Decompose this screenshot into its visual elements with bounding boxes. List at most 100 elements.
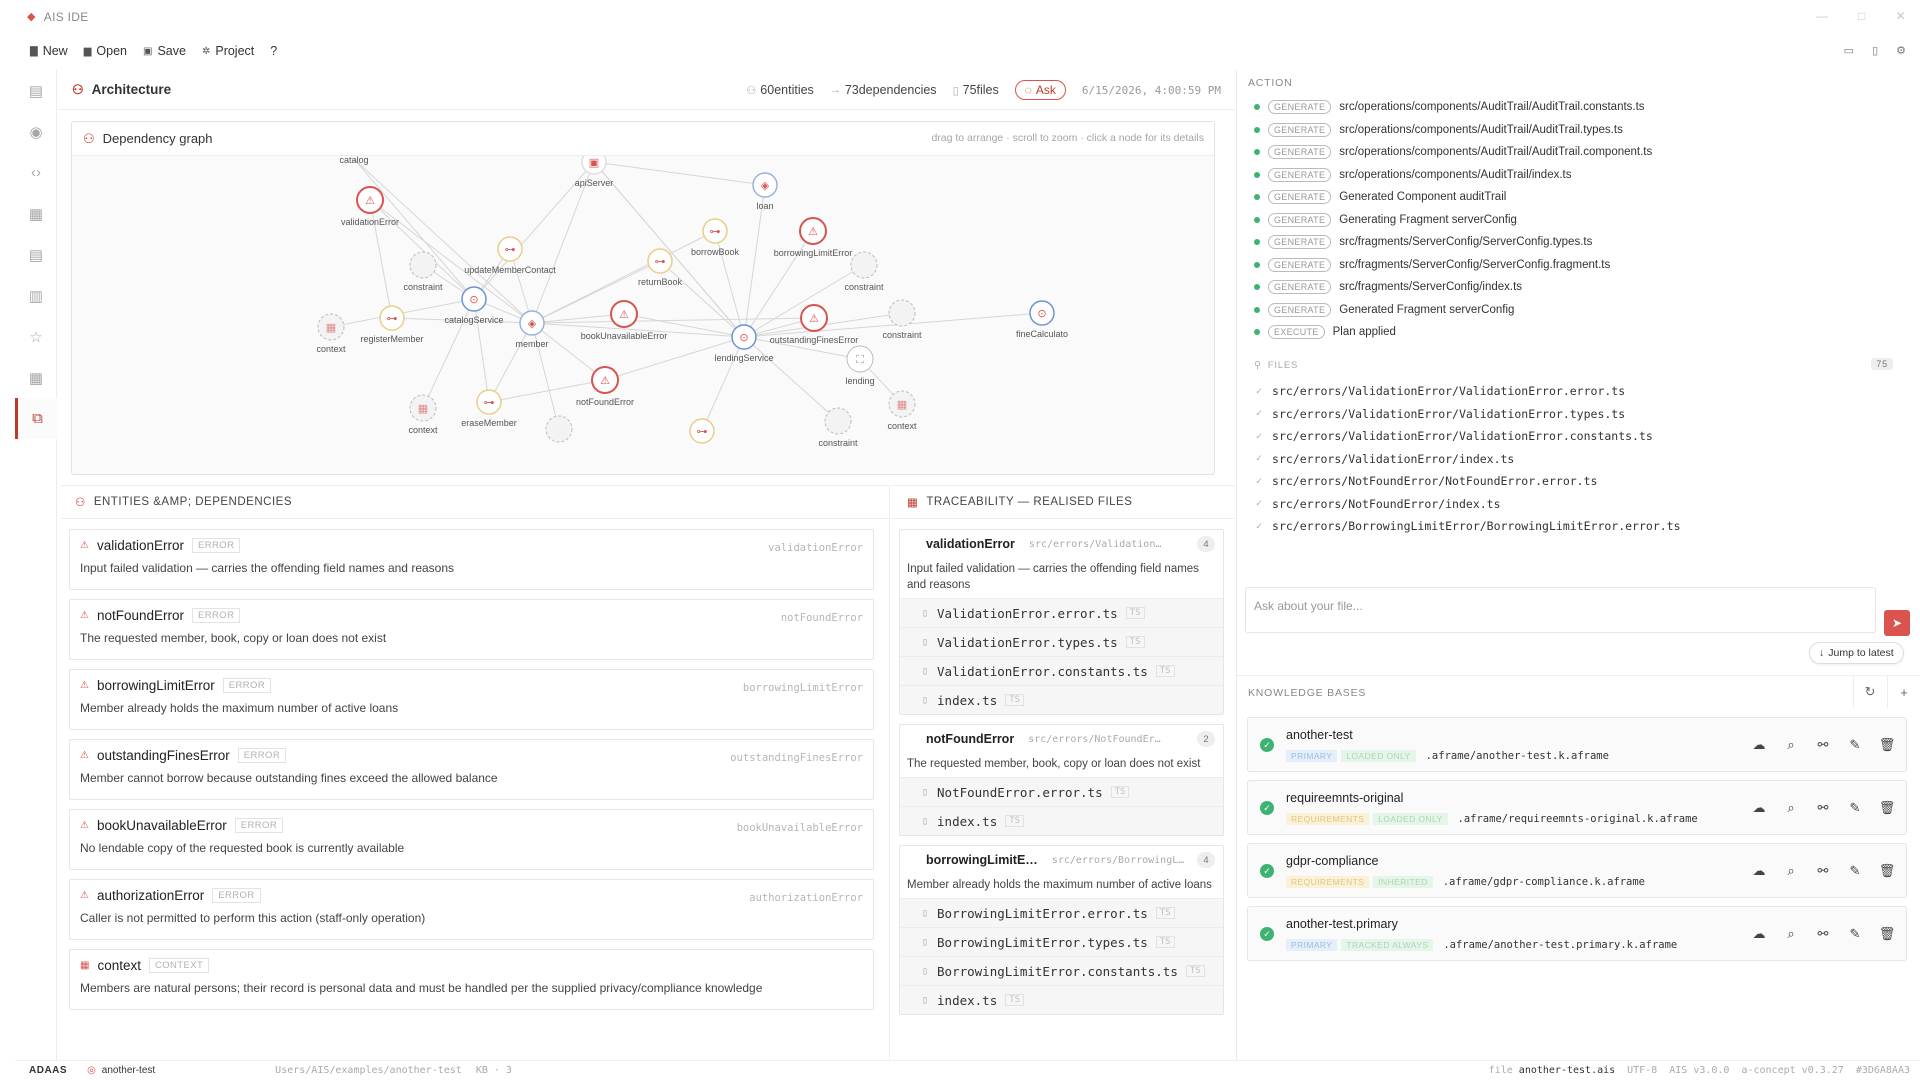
search-icon[interactable]: ⌕ — [1776, 731, 1806, 759]
send-button[interactable]: ➤ — [1884, 610, 1910, 636]
file-row[interactable]: ✓ src/errors/ValidationError/ValidationEr… — [1237, 380, 1907, 403]
trace-file-row[interactable]: ▯ BorrowingLimitError.error.ts TS — [900, 898, 1223, 927]
entity-card[interactable]: ⚠ bookUnavailableError ERROR bookUnavailabl… — [69, 809, 874, 870]
components-icon[interactable]: ▦ — [15, 193, 57, 234]
entity-card[interactable]: ⚠ borrowingLimitError ERROR borrowingLimitE… — [69, 669, 874, 730]
graph-node-constraint[interactable]: constraint — [403, 251, 443, 292]
file-row[interactable]: ✓src/errors/BorrowingLimitError/Borrowin… — [1237, 515, 1907, 538]
edit-icon[interactable]: ✎ — [1840, 857, 1870, 885]
search-icon[interactable]: ⌕ — [1776, 857, 1806, 885]
link-icon[interactable]: ⚯ — [1808, 920, 1838, 948]
graph-node-updateMemberContact[interactable]: ⊶ updateMemberContact — [464, 236, 556, 275]
maximize-icon[interactable]: □ — [1858, 9, 1866, 23]
entity-card[interactable]: ▦ context CONTEXT Members are natural perso… — [69, 949, 874, 1010]
graph-node-circle[interactable] — [545, 415, 573, 443]
status-project[interactable]: ◎ another-test — [87, 1065, 155, 1076]
knowledge-base-card[interactable]: ✓ another-test PRIMARY LOADED ONLY .aframe/a… — [1247, 717, 1907, 772]
graph-node-apiServer[interactable]: ▣ apiServer — [575, 156, 614, 188]
help-button[interactable]: ? — [270, 44, 277, 58]
trace-file-row[interactable]: ▯ BorrowingLimitError.types.ts TS — [900, 927, 1223, 956]
settings-icon[interactable]: ⚙ — [1896, 44, 1906, 57]
file-row[interactable]: ✓ src/errors/NotFoundError/index.ts — [1237, 493, 1907, 516]
cloud-sync-icon[interactable]: ☁ — [1744, 731, 1774, 759]
architecture-icon[interactable]: ⧉ — [15, 398, 57, 439]
graph-node-constraint[interactable]: constraint — [882, 299, 922, 340]
action-log[interactable]: GENERATE src/operations/components/AuditT… — [1237, 96, 1907, 346]
trace-file-row[interactable]: ▯ ValidationError.types.ts TS — [900, 627, 1223, 656]
graph-node-lendingService[interactable]: ⊙ lendingService — [714, 324, 774, 363]
link-icon[interactable]: ⚯ — [1808, 731, 1838, 759]
open-button[interactable]: ▆ Open — [84, 44, 127, 58]
knowledge-base-card[interactable]: ✓ another-test.primary PRIMARY TRACKED ALWA… — [1247, 906, 1907, 961]
graph-node-circle[interactable] — [409, 251, 437, 279]
graph-node-context[interactable]: ▦ context — [408, 394, 438, 435]
file-row[interactable]: ✓src/errors/BorrowingLimitError/Borrowin… — [1237, 538, 1907, 541]
trace-group-header[interactable]: borrowingLimitE… src/errors/BorrowingLi… 4 — [900, 846, 1223, 874]
link-icon[interactable]: ⚯ — [1808, 857, 1838, 885]
refresh-icon[interactable]: ↻ — [1853, 676, 1887, 708]
entity-card[interactable]: ⚠ authorizationError ERROR authorizationErr… — [69, 879, 874, 940]
star-icon[interactable]: ☆ — [15, 316, 57, 357]
code-icon[interactable]: ‹› — [15, 152, 57, 193]
trace-file-row[interactable]: ▯ index.ts TS — [900, 806, 1223, 835]
ask-button[interactable]: ◌ Ask — [1014, 80, 1066, 100]
file-row[interactable]: ✓ src/errors/ValidationError/index.ts — [1237, 448, 1907, 471]
trace-file-row[interactable]: ▯ ValidationError.constants.ts TS — [900, 656, 1223, 685]
graph-node-loan[interactable]: ◈ loan — [752, 172, 778, 211]
graph-node-fineCalculato[interactable]: ⊙ fineCalculato — [1016, 300, 1068, 339]
file-row[interactable]: ✓ src/errors/ValidationError/ValidationEr… — [1237, 425, 1907, 448]
trace-file-row[interactable]: ▯ BorrowingLimitError.constants.ts TS — [900, 956, 1223, 985]
trace-file-row[interactable]: ▯ index.ts TS — [900, 685, 1223, 714]
cloud-sync-icon[interactable]: ☁ — [1744, 794, 1774, 822]
edit-icon[interactable]: ✎ — [1840, 731, 1870, 759]
trace-file-row[interactable]: ▯ index.ts TS — [900, 985, 1223, 1014]
graph-node-catalogService[interactable]: ⊙ catalogService — [444, 286, 504, 325]
graph-node-catalog[interactable]: catalog — [339, 156, 368, 165]
graph-node-lending[interactable]: ⛶ lending — [845, 345, 875, 386]
trace-file-row[interactable]: ▯ ValidationError.error.ts TS — [900, 598, 1223, 627]
document-icon[interactable]: ▤ — [15, 70, 57, 111]
knowledge-base-card[interactable]: ✓ requireemnts-original REQUIREMENTS LOADED… — [1247, 780, 1907, 835]
graph-node-circle[interactable] — [850, 251, 878, 279]
graph-node-constraint[interactable]: constraint — [818, 407, 858, 448]
eye-icon[interactable]: ◉ — [15, 111, 57, 152]
trash-icon[interactable]: 🗑 — [1872, 794, 1902, 822]
graph-node-context[interactable]: ▦ context — [316, 313, 346, 354]
split-view-icon[interactable]: ▯ — [1872, 44, 1878, 57]
toggle-panel-icon[interactable]: ▭ — [1844, 44, 1854, 57]
graph-node-context[interactable]: ▦ context — [887, 390, 917, 431]
trace-file-row[interactable]: ▯ NotFoundError.error.ts TS — [900, 777, 1223, 806]
minimize-icon[interactable]: — — [1816, 9, 1828, 23]
file-row[interactable]: ✓ src/errors/NotFoundError/NotFoundError.… — [1237, 470, 1907, 493]
edit-icon[interactable]: ✎ — [1840, 794, 1870, 822]
graph-node-constraint[interactable]: constraint — [844, 251, 884, 292]
close-icon[interactable]: ✕ — [1896, 9, 1906, 23]
graph-node-notFoundError[interactable]: ⚠ notFoundError — [576, 366, 634, 407]
dependency-graph-panel[interactable]: ⚇ Dependency graph drag to arrange · scr… — [71, 121, 1215, 475]
graph-node-borrowBook[interactable]: ⊶ borrowBook — [691, 218, 740, 257]
grid-icon[interactable]: ▦ — [15, 357, 57, 398]
cloud-sync-icon[interactable]: ☁ — [1744, 920, 1774, 948]
trash-icon[interactable]: 🗑 — [1872, 920, 1902, 948]
graph-node-circle[interactable] — [824, 407, 852, 435]
jump-to-latest-button[interactable]: ↓ Jump to latest — [1809, 642, 1904, 664]
project-button[interactable]: ✲ Project — [202, 44, 254, 58]
trace-group-header[interactable]: validationError src/errors/ValidationE… 4 — [900, 530, 1223, 558]
graph-node-node[interactable] — [545, 415, 573, 443]
trace-group-header[interactable]: notFoundError src/errors/NotFoundEr… 2 — [900, 725, 1223, 753]
report-icon[interactable]: ▥ — [15, 275, 57, 316]
link-icon[interactable]: ⚯ — [1808, 794, 1838, 822]
search-icon[interactable]: ⌕ — [1776, 920, 1806, 948]
file-row[interactable]: ✓ src/errors/ValidationError/ValidationEr… — [1237, 403, 1907, 426]
add-icon[interactable]: + — [1887, 676, 1920, 708]
files-list[interactable]: ✓ src/errors/ValidationError/ValidationEr… — [1237, 380, 1907, 540]
save-button[interactable]: ▣ Save — [143, 44, 186, 58]
trash-icon[interactable]: 🗑 — [1872, 731, 1902, 759]
search-icon[interactable]: ⌕ — [1776, 794, 1806, 822]
graph-node-registerMember[interactable]: ⊶ registerMember — [360, 305, 424, 344]
entity-card[interactable]: ⚠ outstandingFinesError ERROR outstandingFi… — [69, 739, 874, 800]
graph-node-outstandingFinesError[interactable]: ⚠ outstandingFinesError — [770, 304, 859, 345]
cloud-sync-icon[interactable]: ☁ — [1744, 857, 1774, 885]
notes-icon[interactable]: ▤ — [15, 234, 57, 275]
entity-card[interactable]: ⚠ validationError ERROR validationError Inpu… — [69, 529, 874, 590]
